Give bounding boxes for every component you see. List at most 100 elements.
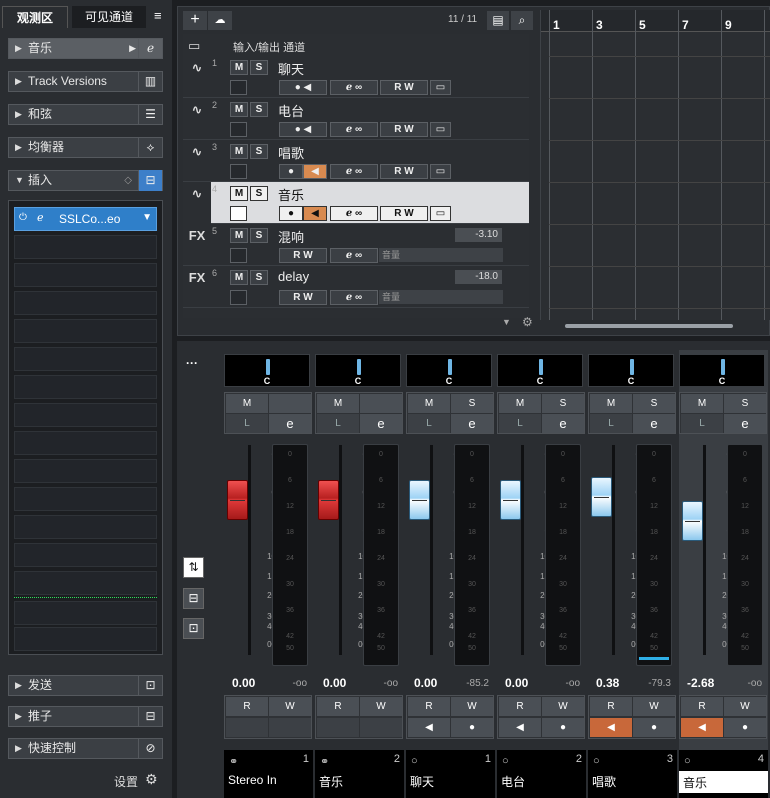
monitor-button[interactable]: ◀: [303, 164, 327, 179]
insert-slot[interactable]: [14, 627, 157, 651]
volume-readout[interactable]: -2.68: [687, 676, 714, 690]
section-chords[interactable]: ▶ 和弦 ☰: [8, 104, 163, 125]
read-write-buttons[interactable]: R W: [380, 164, 428, 179]
lanes-button[interactable]: ▭: [430, 122, 451, 137]
mute-button[interactable]: M: [590, 394, 632, 413]
gear-icon[interactable]: ⚙: [145, 771, 158, 788]
solo-button[interactable]: S: [451, 394, 493, 413]
read-write-buttons[interactable]: R W: [279, 290, 327, 305]
mute-button[interactable]: M: [230, 102, 248, 117]
insert-slot[interactable]: [14, 403, 157, 427]
write-button[interactable]: W: [724, 697, 766, 716]
fader-handle[interactable]: [682, 501, 703, 541]
edit-channel-button[interactable]: e: [542, 414, 584, 433]
lanes-button[interactable]: ▭: [430, 80, 451, 95]
monitor-button[interactable]: ◀: [499, 718, 541, 737]
read-button[interactable]: R: [681, 697, 723, 716]
volume-bar[interactable]: 音量: [379, 248, 503, 262]
pan-control[interactable]: C: [588, 354, 674, 387]
read-button[interactable]: R: [408, 697, 450, 716]
volume-readout[interactable]: 0.00: [414, 676, 437, 690]
lanes-button[interactable]: ▭: [430, 206, 451, 221]
insert-slot[interactable]: [14, 601, 157, 625]
insert-slot[interactable]: [14, 515, 157, 539]
solo-button[interactable]: S: [250, 60, 268, 75]
monitor-button[interactable]: ◀: [681, 718, 723, 737]
channel-name-bar[interactable]: ○ 4 音乐: [679, 750, 768, 798]
fader-handle[interactable]: [318, 480, 339, 520]
read-button[interactable]: R: [226, 697, 268, 716]
record-enable-button[interactable]: ●: [633, 718, 675, 737]
pan-control[interactable]: C: [315, 354, 401, 387]
record-enable-button[interactable]: ●: [279, 206, 303, 221]
record-monitor-buttons[interactable]: ● ◀: [279, 122, 327, 137]
insert-slot-1[interactable]: ⏻ ℯ SSLCo...eo ▼: [14, 207, 157, 231]
section-sends[interactable]: ▶ 发送 ⊡: [8, 675, 163, 696]
listen-button[interactable]: L: [317, 414, 359, 433]
chords-icon[interactable]: ☰: [138, 104, 162, 125]
insert-slot[interactable]: [14, 431, 157, 455]
pan-control[interactable]: C: [497, 354, 583, 387]
fader-handle[interactable]: [227, 480, 248, 520]
edit-buttons[interactable]: ℯ ∞: [330, 80, 378, 95]
inspector-track-section[interactable]: ▶ 音乐 ▶ ℯ: [8, 38, 163, 59]
edit-buttons[interactable]: ℯ ∞: [330, 290, 378, 305]
edit-channel-button[interactable]: e: [724, 414, 766, 433]
read-button[interactable]: R: [499, 697, 541, 716]
volume-readout[interactable]: 0.38: [596, 676, 619, 690]
track-checkbox[interactable]: [230, 164, 247, 179]
solo-button[interactable]: S: [250, 144, 268, 159]
record-enable-button[interactable]: ●: [724, 718, 766, 737]
insert-slot[interactable]: [14, 319, 157, 343]
listen-button[interactable]: L: [226, 414, 268, 433]
mute-button[interactable]: M: [230, 270, 248, 285]
track-checkbox[interactable]: [230, 206, 247, 221]
read-button[interactable]: R: [590, 697, 632, 716]
channel-name-bar[interactable]: ⚭ 1 Stereo In: [224, 750, 313, 798]
volume-readout[interactable]: 0.00: [505, 676, 528, 690]
section-inserts[interactable]: ▼ 插入 ◇ ⊟: [8, 170, 163, 191]
channel-name-bar[interactable]: ⚭ 2 音乐: [315, 750, 404, 798]
section-track-versions[interactable]: ▶ Track Versions ▥: [8, 71, 163, 92]
write-button[interactable]: W: [633, 697, 675, 716]
write-button[interactable]: W: [451, 697, 493, 716]
edit-buttons[interactable]: ℯ ∞: [330, 248, 378, 263]
insert-slot[interactable]: [14, 375, 157, 399]
write-button[interactable]: W: [269, 697, 311, 716]
solo-button[interactable]: S: [250, 102, 268, 117]
listen-button[interactable]: L: [499, 414, 541, 433]
bypass-icon[interactable]: ◇: [124, 171, 132, 190]
pan-knob[interactable]: [539, 359, 543, 375]
track-checkbox[interactable]: [230, 290, 247, 305]
peak-readout[interactable]: -oo: [293, 678, 307, 689]
insert-slot[interactable]: [14, 347, 157, 371]
listen-button[interactable]: L: [681, 414, 723, 433]
solo-button[interactable]: S: [724, 394, 766, 413]
write-button[interactable]: W: [542, 697, 584, 716]
settings-label[interactable]: 设置: [114, 773, 138, 790]
tab-visibility[interactable]: 可见通道: [72, 6, 146, 28]
mute-button[interactable]: M: [499, 394, 541, 413]
edit-buttons[interactable]: ℯ ∞: [330, 164, 378, 179]
fader-view-icon[interactable]: ⇅: [183, 557, 204, 578]
solo-button[interactable]: S: [633, 394, 675, 413]
edit-channel-button[interactable]: e: [360, 414, 402, 433]
edit-channel-button[interactable]: e: [633, 414, 675, 433]
solo-button[interactable]: [269, 394, 311, 413]
track-row[interactable]: ∿ 2 M S 电台 ● ◀ ℯ ∞ R W ▭: [183, 98, 529, 140]
fader-handle[interactable]: [500, 480, 521, 520]
peak-readout[interactable]: -oo: [748, 678, 762, 689]
insert-slot[interactable]: [14, 235, 157, 259]
mute-button[interactable]: M: [317, 394, 359, 413]
add-track-button[interactable]: +: [183, 11, 207, 30]
section-eq[interactable]: ▶ 均衡器 ⟡: [8, 137, 163, 158]
fx-track-row[interactable]: FX 6 M S delay -18.0 R W ℯ ∞ 音量: [183, 266, 529, 308]
edit-channel-button[interactable]: e: [269, 414, 311, 433]
insert-slot[interactable]: [14, 459, 157, 483]
edit-icon[interactable]: ℯ: [138, 38, 162, 59]
record-enable-button[interactable]: ●: [542, 718, 584, 737]
record-enable-button[interactable]: ●: [279, 164, 303, 179]
fader-handle[interactable]: [591, 477, 612, 517]
insert-slot[interactable]: [14, 571, 157, 595]
record-monitor-buttons[interactable]: ● ◀: [279, 80, 327, 95]
